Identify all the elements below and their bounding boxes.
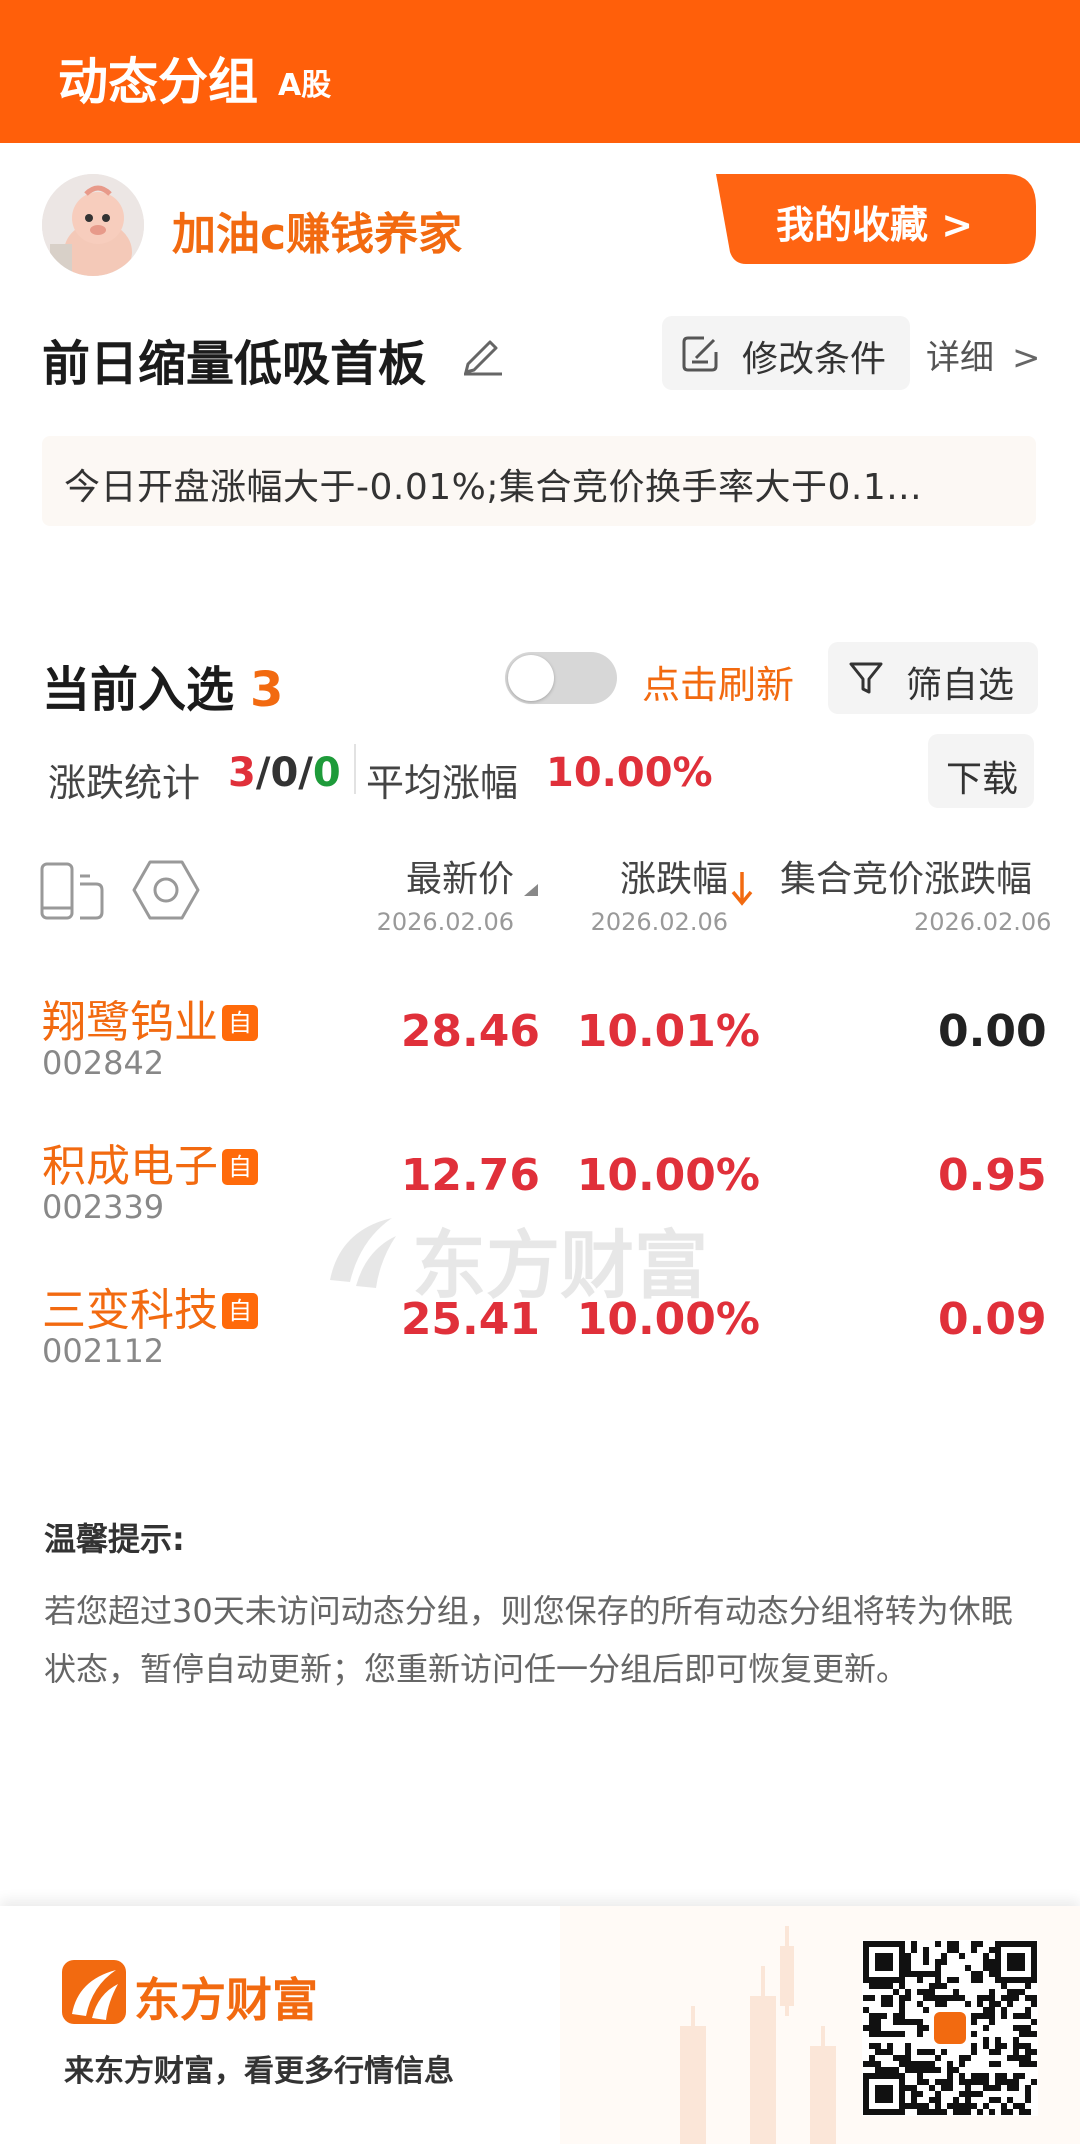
- my-favorites-label: 我的收藏 >: [776, 203, 974, 247]
- stock-name[interactable]: 翔鹭钨业自: [42, 986, 258, 1050]
- column-header-auction-change[interactable]: 集合竞价涨跌幅 2026.02.06: [780, 850, 1080, 936]
- edit-icon[interactable]: [460, 330, 506, 376]
- my-favorites-button[interactable]: 我的收藏 >: [706, 174, 1036, 264]
- detail-link[interactable]: 详细 >: [926, 330, 1041, 379]
- market-badge: A股: [278, 68, 332, 103]
- up-down-stats-values: 3/0/0: [228, 750, 341, 796]
- refresh-button[interactable]: 点击刷新: [642, 654, 794, 709]
- footer-banner[interactable]: 东方财富 来东方财富，看更多行情信息: [0, 1906, 1080, 2144]
- stock-name[interactable]: 积成电子自: [42, 1130, 258, 1194]
- column-header-price[interactable]: 最新价 2026.02.06: [377, 850, 514, 936]
- modify-icon: [682, 336, 718, 372]
- watchlist-badge: 自: [222, 1149, 258, 1185]
- settings-hex-icon[interactable]: [132, 858, 200, 922]
- column-date: 2026.02.06: [914, 908, 1052, 936]
- latest-price: 12.76: [400, 1150, 540, 1201]
- phone-layout-icon[interactable]: [40, 862, 106, 920]
- username[interactable]: 加油c赚钱养家: [172, 198, 462, 262]
- auto-refresh-toggle[interactable]: [505, 652, 617, 704]
- auction-change-percent: 0.09%: [938, 1294, 1048, 1345]
- sort-down-arrow-icon: [731, 872, 753, 906]
- latest-price: 28.46: [400, 1006, 540, 1057]
- auction-change-percent: 0.95%: [938, 1150, 1048, 1201]
- eastmoney-logo-icon: [62, 1960, 126, 2024]
- column-name: 集合竞价涨跌幅: [780, 859, 1033, 900]
- up-down-stats-label: 涨跌统计: [48, 761, 201, 805]
- download-button[interactable]: 下载: [928, 734, 1034, 808]
- filter-icon: [849, 662, 883, 694]
- sort-triangle-icon: [524, 884, 538, 896]
- strategy-title: 前日缩量低吸首板: [42, 336, 427, 392]
- watchlist-badge: 自: [222, 1293, 258, 1329]
- stats-down-count: 0: [312, 750, 341, 796]
- filter-watchlist-label: 筛自选: [906, 665, 1015, 706]
- column-name: 最新价: [405, 859, 514, 900]
- tips-body: 若您超过30天未访问动态分组，则您保存的所有动态分组将转为休眠状态，暂停自动更新…: [44, 1592, 1013, 1688]
- column-date: 2026.02.06: [376, 908, 514, 936]
- stats-separator: /: [255, 750, 271, 796]
- stock-code: 002339: [42, 1188, 165, 1226]
- footer-slogan: 来东方财富，看更多行情信息: [64, 2054, 454, 2089]
- stock-name[interactable]: 三变科技自: [42, 1274, 258, 1338]
- average-change-value: 10.00%: [546, 750, 713, 796]
- footer-brand: 东方财富: [134, 1973, 318, 2027]
- stock-code: 002842: [42, 1044, 165, 1082]
- stats-flat-count: 0: [270, 750, 299, 796]
- page-title: 动态分组: [58, 53, 258, 111]
- watermark-text: 东方财富: [412, 1223, 708, 1309]
- qr-code[interactable]: [862, 1940, 1038, 2116]
- app-header: 动态分组 A股: [0, 0, 1080, 143]
- stock-name-text: 三变科技: [42, 1285, 218, 1336]
- change-percent: 10.01%: [576, 1006, 760, 1057]
- watermark: 东方财富: [320, 1206, 740, 1309]
- column-header-change[interactable]: 涨跌幅 2026.02.06: [591, 850, 728, 936]
- auction-change-percent: 0.00%: [938, 1006, 1048, 1057]
- current-selection-count: 3: [250, 662, 284, 718]
- current-selection-label: 当前入选: [42, 662, 235, 718]
- modify-conditions-label: 修改条件: [742, 339, 887, 380]
- condition-summary[interactable]: 今日开盘涨幅大于-0.01%;集合竞价换手率大于0.1...: [42, 436, 1036, 526]
- column-name: 涨跌幅: [619, 859, 728, 900]
- change-percent: 10.00%: [576, 1150, 760, 1201]
- filter-watchlist-button[interactable]: 筛自选: [828, 642, 1038, 714]
- average-change-label: 平均涨幅: [366, 761, 519, 805]
- stats-divider: [354, 744, 356, 794]
- toggle-knob: [508, 655, 554, 701]
- stock-code: 002112: [42, 1332, 165, 1370]
- stock-name-text: 积成电子: [42, 1141, 218, 1192]
- watermark-logo-icon: [330, 1218, 396, 1288]
- stats-up-count: 3: [228, 750, 256, 796]
- stock-name-text: 翔鹭钨业: [42, 997, 218, 1048]
- modify-conditions-button[interactable]: 修改条件: [662, 316, 910, 390]
- current-selection: 当前入选 3: [42, 650, 283, 720]
- condition-text: 今日开盘涨幅大于-0.01%;集合竞价换手率大于0.1...: [64, 467, 923, 508]
- tips-title: 温馨提示:: [44, 1520, 185, 1558]
- avatar[interactable]: [42, 174, 144, 276]
- watchlist-badge: 自: [222, 1005, 258, 1041]
- stats-separator: /: [298, 750, 313, 796]
- detail-label: 详细: [926, 338, 994, 378]
- column-date: 2026.02.06: [590, 908, 728, 936]
- table-row[interactable]: 翔鹭钨业自 002842 28.46 10.01% 0.00%: [0, 986, 1080, 1126]
- chevron-right-icon: >: [1012, 338, 1041, 378]
- download-label: 下载: [946, 759, 1019, 800]
